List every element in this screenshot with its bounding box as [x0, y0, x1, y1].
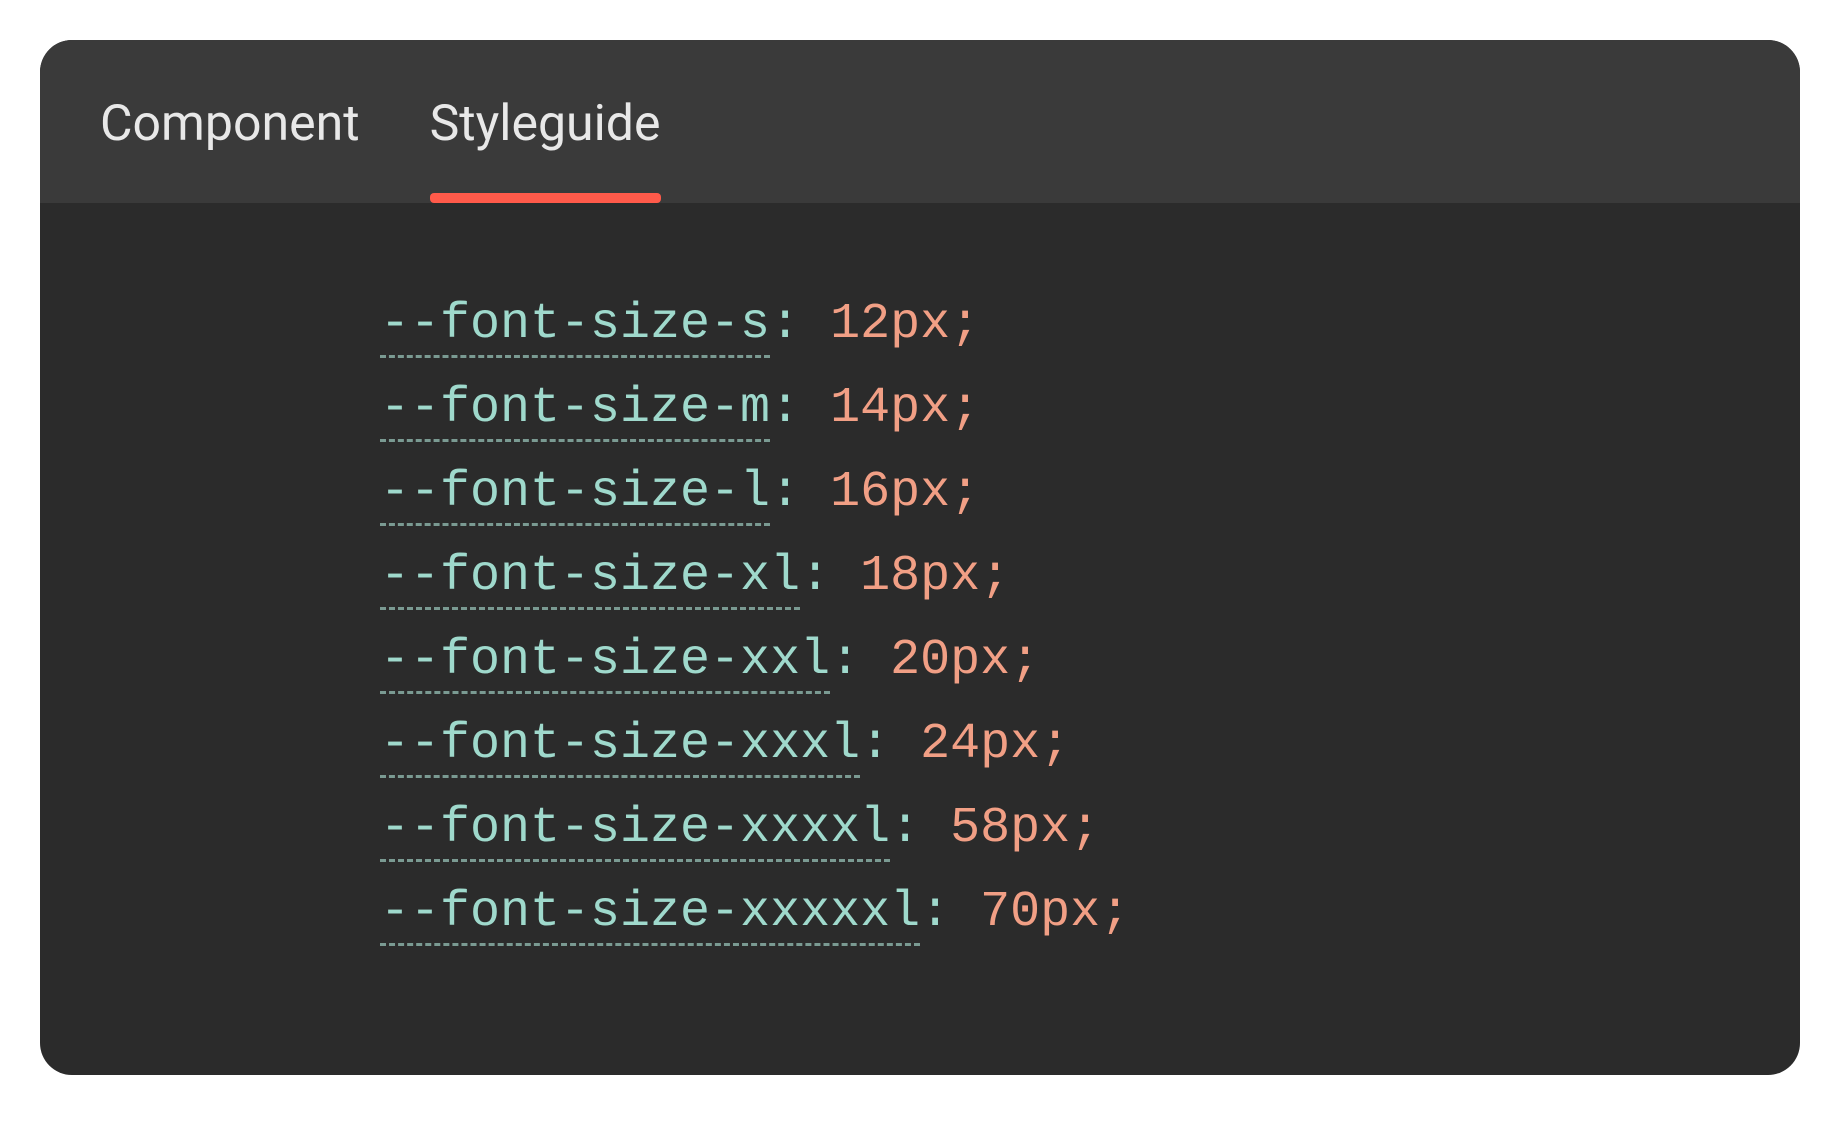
colon: : — [890, 800, 920, 857]
tab-styleguide[interactable]: Styleguide — [430, 40, 661, 203]
css-var-value: 70px — [980, 884, 1100, 941]
colon: : — [920, 884, 950, 941]
css-var-line: --font-size-s: 12px; — [380, 283, 1740, 367]
colon: : — [770, 296, 800, 353]
css-var-line: --font-size-xxxxxl: 70px; — [380, 871, 1740, 955]
css-var-value: 14px — [830, 380, 950, 437]
semicolon: ; — [950, 380, 980, 437]
css-var-value: 20px — [890, 632, 1010, 689]
css-var-name: --font-size-xl — [380, 548, 800, 610]
code-panel: Component Styleguide --font-size-s: 12px… — [40, 40, 1800, 1075]
colon: : — [830, 632, 860, 689]
semicolon: ; — [980, 548, 1010, 605]
semicolon: ; — [1010, 632, 1040, 689]
css-var-name: --font-size-xxxxl — [380, 800, 890, 862]
colon: : — [800, 548, 830, 605]
css-var-value: 18px — [860, 548, 980, 605]
css-var-name: --font-size-s — [380, 296, 770, 358]
colon: : — [770, 380, 800, 437]
css-var-name: --font-size-xxxl — [380, 716, 860, 778]
semicolon: ; — [950, 296, 980, 353]
semicolon: ; — [1100, 884, 1130, 941]
css-var-value: 12px — [830, 296, 950, 353]
semicolon: ; — [950, 464, 980, 521]
css-var-value: 24px — [920, 716, 1040, 773]
colon: : — [770, 464, 800, 521]
css-var-line: --font-size-m: 14px; — [380, 367, 1740, 451]
tab-bar: Component Styleguide — [40, 40, 1800, 203]
semicolon: ; — [1070, 800, 1100, 857]
css-var-line: --font-size-xl: 18px; — [380, 535, 1740, 619]
css-var-name: --font-size-xxl — [380, 632, 830, 694]
css-var-name: --font-size-m — [380, 380, 770, 442]
colon: : — [860, 716, 890, 773]
css-var-value: 58px — [950, 800, 1070, 857]
css-var-value: 16px — [830, 464, 950, 521]
css-var-name: --font-size-l — [380, 464, 770, 526]
code-content: --font-size-s: 12px; --font-size-m: 14px… — [40, 203, 1800, 1075]
semicolon: ; — [1040, 716, 1070, 773]
css-var-line: --font-size-l: 16px; — [380, 451, 1740, 535]
css-var-line: --font-size-xxxxl: 58px; — [380, 787, 1740, 871]
tab-component[interactable]: Component — [100, 40, 360, 203]
css-var-line: --font-size-xxl: 20px; — [380, 619, 1740, 703]
css-var-line: --font-size-xxxl: 24px; — [380, 703, 1740, 787]
css-var-name: --font-size-xxxxxl — [380, 884, 920, 946]
